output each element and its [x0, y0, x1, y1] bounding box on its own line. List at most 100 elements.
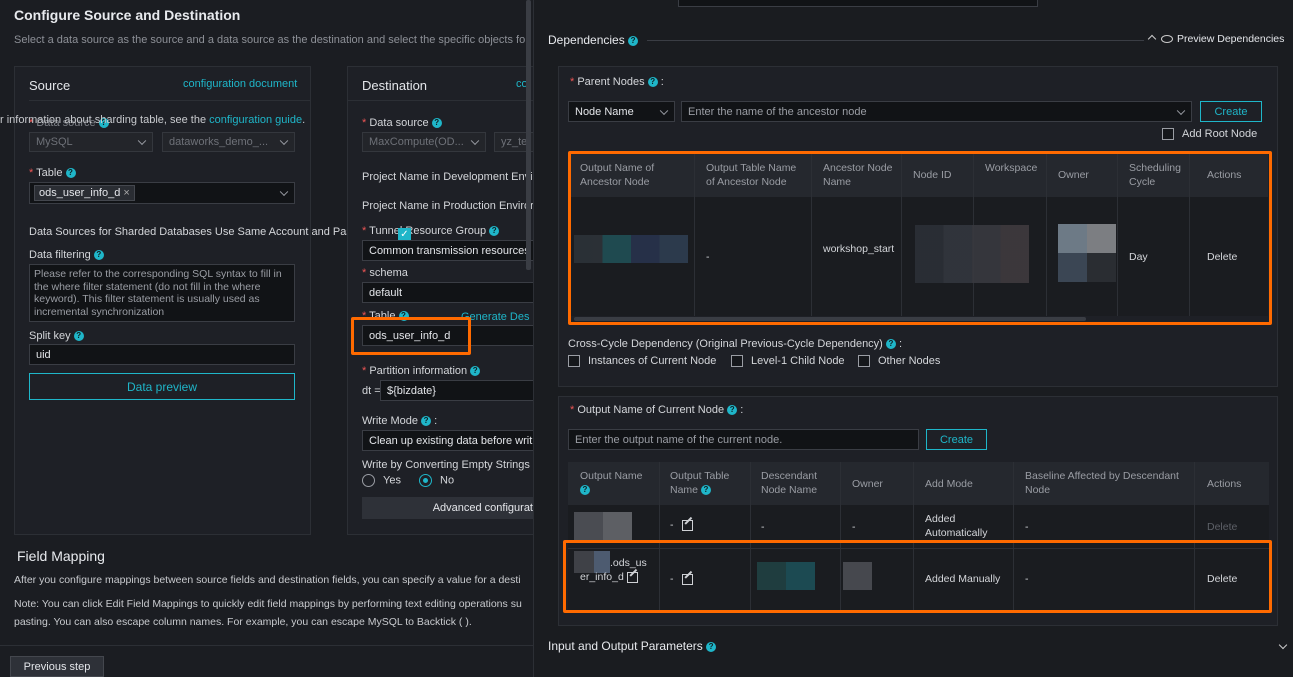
- header-output-table: Output Table Name of Ancestor Node: [706, 162, 797, 188]
- tunnel-group-select[interactable]: Common transmission resources: [362, 240, 533, 261]
- field-mapping-title: Field Mapping: [17, 548, 105, 564]
- col-divider: [913, 462, 914, 610]
- header-ancestor-node: Ancestor Node Name: [823, 162, 893, 188]
- create-output-button[interactable]: Create: [926, 429, 987, 450]
- parent-cycle-cell: Day: [1129, 251, 1148, 263]
- write-mode-select[interactable]: Clean up existing data before writ: [362, 430, 533, 451]
- source-ds-type-select[interactable]: MySQL: [29, 132, 153, 152]
- configuration-document-link[interactable]: configuration document: [183, 78, 297, 90]
- source-ds-name-select[interactable]: dataworks_demo_...: [162, 132, 295, 152]
- source-heading: Source: [29, 78, 71, 93]
- partition-input[interactable]: ${bizdate}: [380, 380, 533, 401]
- checkbox[interactable]: [731, 355, 743, 368]
- dest-table-select[interactable]: ods_user_info_d: [362, 325, 533, 346]
- redacted-owner: [843, 562, 872, 590]
- sharding-note: r information about sharding table, see …: [0, 114, 306, 126]
- help-icon: ?: [470, 366, 481, 377]
- cross-cycle-opt-other[interactable]: Other Nodes: [858, 355, 940, 368]
- edit-icon[interactable]: [682, 519, 694, 531]
- add-root-node[interactable]: Add Root Node: [1162, 128, 1257, 141]
- top-field-stub: [678, 0, 1038, 7]
- radio-selected-icon: [419, 474, 432, 487]
- generate-dest-table-link[interactable]: Generate Des: [461, 311, 529, 323]
- output-name-label: * Output Name of Current Node ? :: [570, 404, 744, 416]
- chevron-down-icon: [279, 136, 289, 146]
- row2-baseline: -: [1025, 573, 1029, 585]
- configuration-guide-link[interactable]: configuration guide: [209, 114, 302, 126]
- chevron-up-icon: [1147, 34, 1157, 44]
- row2-add-mode: Added Manually: [925, 573, 1001, 585]
- checkbox[interactable]: [858, 355, 870, 368]
- scrollbar[interactable]: [526, 0, 531, 270]
- header-output-table-name: Output Table Name ?: [670, 470, 730, 496]
- partition-label: * Partition information ?: [362, 365, 481, 377]
- advanced-config-button[interactable]: Advanced configurat: [362, 497, 533, 519]
- split-key-input[interactable]: uid: [29, 344, 295, 365]
- table-tag: ods_user_info_d ×: [34, 185, 135, 201]
- col-divider: [1194, 462, 1195, 610]
- checkbox[interactable]: [1162, 128, 1174, 141]
- ancestor-node-input[interactable]: Enter the name of the ancestor node: [681, 101, 1192, 122]
- close-icon[interactable]: ×: [123, 187, 129, 199]
- col-divider: [1117, 154, 1118, 316]
- table-scrollbar[interactable]: [574, 317, 1086, 321]
- source-table-select[interactable]: ods_user_info_d ×: [29, 182, 295, 204]
- parent-nodes-label: * Parent Nodes ? :: [570, 76, 664, 88]
- dependencies-title: Dependencies ?: [548, 33, 639, 47]
- data-filtering-label: Data filtering ?: [29, 249, 104, 261]
- help-icon: ?: [647, 77, 658, 88]
- schema-input[interactable]: default: [362, 282, 533, 303]
- help-icon: ?: [580, 485, 590, 496]
- col-divider: [1189, 154, 1190, 316]
- cross-cycle-opt-instances[interactable]: Instances of Current Node: [568, 355, 716, 368]
- radio-icon: [362, 474, 375, 487]
- row1-delete[interactable]: Delete: [1207, 520, 1237, 534]
- help-icon: ?: [700, 485, 711, 496]
- header-output-name: Output Name ?: [580, 470, 643, 496]
- header-owner: Owner: [852, 478, 883, 490]
- preview-dependencies[interactable]: Preview Dependencies: [1147, 33, 1284, 45]
- row-divider: [568, 548, 1269, 549]
- dest-ds-type-select[interactable]: MaxCompute(OD...: [362, 132, 486, 152]
- chevron-down-icon: [137, 136, 147, 146]
- row1-descendant: -: [761, 521, 765, 533]
- header-node-id: Node ID: [913, 169, 952, 181]
- header-scheduling-cycle: Scheduling Cycle: [1129, 162, 1181, 188]
- header-actions: Actions: [1207, 478, 1242, 490]
- edit-icon[interactable]: [626, 571, 638, 583]
- col-divider: [694, 154, 695, 316]
- row2-delete[interactable]: Delete: [1207, 572, 1237, 586]
- parent-delete-link[interactable]: Delete: [1207, 250, 1237, 264]
- sharded-db-label: Data Sources for Sharded Databases Use S…: [29, 226, 349, 238]
- write-mode-label: Write Mode ? :: [362, 415, 438, 427]
- previous-step-button[interactable]: Previous step: [10, 656, 104, 677]
- radio-yes[interactable]: Yes: [362, 474, 401, 487]
- output-name-input[interactable]: Enter the output name of the current nod…: [568, 429, 919, 450]
- header-descendant-node: Descendant Node Name: [761, 470, 818, 496]
- header-output-name: Output Name of Ancestor Node: [580, 162, 655, 188]
- create-parent-button[interactable]: Create: [1200, 101, 1262, 122]
- help-icon: ?: [706, 641, 717, 652]
- field-mapping-desc: After you configure mappings between sou…: [14, 574, 521, 586]
- cross-cycle-opt-child[interactable]: Level-1 Child Node: [731, 355, 845, 368]
- field-mapping-note: Note: You can click Edit Field Mappings …: [14, 598, 522, 610]
- help-icon: ?: [628, 35, 639, 46]
- project-prod-label: Project Name in Production Enviror: [362, 200, 533, 212]
- radio-no[interactable]: No: [419, 474, 454, 487]
- divider: [347, 100, 533, 101]
- help-icon: ?: [489, 226, 500, 237]
- header-actions: Actions: [1207, 169, 1242, 181]
- node-name-select[interactable]: Node Name: [568, 101, 675, 122]
- row1-add-mode: Added Automatically: [925, 513, 988, 539]
- data-preview-button[interactable]: Data preview: [29, 373, 295, 400]
- row1-output-table: -: [670, 518, 694, 532]
- edit-icon[interactable]: [682, 573, 694, 585]
- split-key-label: Split key ?: [29, 330, 84, 342]
- redacted-node-id: [915, 225, 1029, 283]
- data-filtering-textarea[interactable]: Please refer to the corresponding SQL sy…: [29, 264, 295, 322]
- redacted-output-name: [574, 512, 632, 540]
- checkbox[interactable]: [568, 355, 580, 368]
- header-baseline: Baseline Affected by Descendant Node: [1025, 470, 1179, 496]
- header-workspace: Workspace: [985, 162, 1038, 174]
- io-params-title[interactable]: Input and Output Parameters ?: [548, 639, 717, 653]
